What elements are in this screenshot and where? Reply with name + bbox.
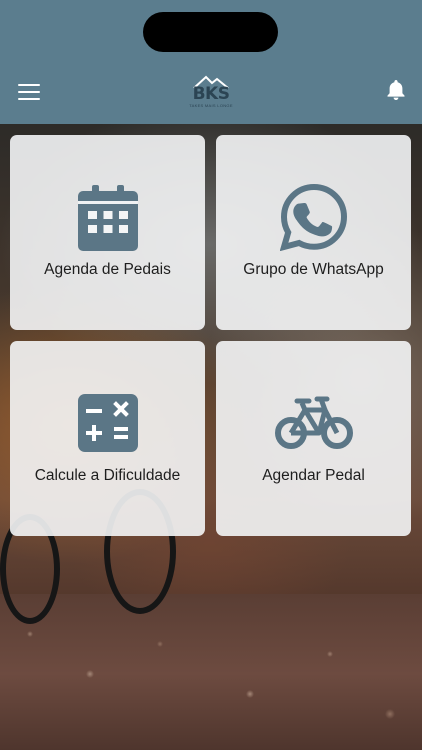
- ground-texture: [0, 594, 422, 750]
- logo-subtitle: TAKES MAIS LONGE: [189, 103, 233, 108]
- tile-label: Agenda de Pedais: [44, 261, 171, 278]
- bicycle-icon: [274, 396, 353, 450]
- app-logo: BKS TAKES MAIS LONGE: [186, 74, 236, 112]
- calculator-icon: [77, 394, 138, 452]
- tile-label: Agendar Pedal: [262, 467, 365, 484]
- calendar-icon: [77, 185, 138, 251]
- app-header: BKS TAKES MAIS LONGE: [0, 0, 422, 124]
- calcule-a-dificuldade-tile[interactable]: Calcule a Dificuldade: [10, 341, 205, 536]
- logo-text: BKS: [192, 84, 230, 104]
- hamburger-menu-icon[interactable]: [18, 84, 40, 102]
- tile-label: Calcule a Dificuldade: [34, 467, 181, 484]
- bell-icon[interactable]: [384, 78, 408, 102]
- dynamic-island: [143, 12, 278, 52]
- grupo-de-whatsapp-tile[interactable]: Grupo de WhatsApp: [216, 135, 411, 330]
- whatsapp-icon: [279, 183, 348, 252]
- agenda-de-pedais-tile[interactable]: Agenda de Pedais: [10, 135, 205, 330]
- tile-label: Grupo de WhatsApp: [243, 261, 384, 278]
- agendar-pedal-tile[interactable]: Agendar Pedal: [216, 341, 411, 536]
